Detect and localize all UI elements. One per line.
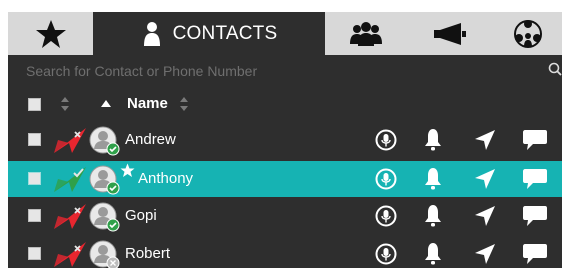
contact-name: Gopi [125, 207, 157, 224]
message-icon[interactable] [522, 129, 548, 156]
alert-bell-icon[interactable] [423, 167, 443, 196]
network-icon [513, 19, 542, 48]
intercom-icon[interactable] [375, 205, 397, 232]
contact-name: Andrew [125, 131, 176, 148]
row-checkbox[interactable] [28, 209, 41, 222]
locate-arrow-icon[interactable] [474, 205, 496, 232]
presence-online-icon [106, 142, 120, 161]
person-icon [143, 21, 160, 46]
tab-contacts-label: CONTACTS [172, 22, 278, 44]
message-icon[interactable] [522, 205, 548, 232]
locate-arrow-icon[interactable] [474, 168, 496, 195]
select-all-checkbox[interactable] [28, 98, 41, 111]
sort-status-icon[interactable] [60, 96, 70, 112]
status-offline-icon [52, 202, 88, 235]
intercom-icon[interactable] [375, 168, 397, 195]
message-icon[interactable] [522, 243, 548, 268]
alert-bell-icon[interactable] [423, 204, 443, 233]
message-icon[interactable] [522, 168, 548, 195]
search-icon[interactable] [548, 62, 562, 76]
row-checkbox[interactable] [28, 247, 41, 260]
contact-row[interactable]: Gopi [8, 198, 562, 234]
status-offline-icon [52, 240, 88, 268]
search-bar [8, 55, 562, 88]
intercom-icon[interactable] [375, 129, 397, 156]
group-icon [350, 21, 382, 46]
status-offline-icon [52, 126, 88, 159]
locate-arrow-icon[interactable] [474, 243, 496, 268]
contact-row[interactable]: Robert [8, 236, 562, 268]
tab-groups[interactable] [325, 12, 407, 55]
megaphone-icon [434, 22, 466, 45]
row-checkbox[interactable] [28, 172, 41, 185]
row-checkbox[interactable] [28, 133, 41, 146]
favorite-star-icon[interactable] [120, 163, 135, 183]
tab-favorites[interactable] [8, 12, 93, 55]
contact-row[interactable]: Anthony [8, 161, 562, 197]
tab-contacts[interactable]: CONTACTS [93, 12, 325, 55]
intercom-icon[interactable] [375, 243, 397, 268]
tab-broadcast[interactable] [407, 12, 493, 55]
list-header: Name [8, 88, 562, 120]
contact-name: Anthony [138, 170, 194, 187]
search-input[interactable] [26, 61, 526, 81]
name-column-header[interactable]: Name [127, 95, 168, 112]
locate-arrow-icon[interactable] [474, 129, 496, 156]
sort-name-icon[interactable] [179, 97, 189, 111]
tab-bar: CONTACTS [8, 12, 562, 55]
presence-online-icon [106, 218, 120, 237]
contact-row[interactable]: Andrew [8, 122, 562, 158]
alert-bell-icon[interactable] [423, 242, 443, 268]
tab-network[interactable] [493, 12, 562, 55]
presence-unavailable-icon [106, 256, 120, 268]
contacts-panel: CONTACTS Search for Contact or Phone Num… [8, 12, 562, 268]
alert-bell-icon[interactable] [423, 128, 443, 157]
sort-ascending-icon[interactable] [101, 100, 111, 107]
contact-name: Robert [125, 245, 171, 262]
status-online-icon [52, 165, 88, 198]
star-icon [35, 19, 66, 48]
